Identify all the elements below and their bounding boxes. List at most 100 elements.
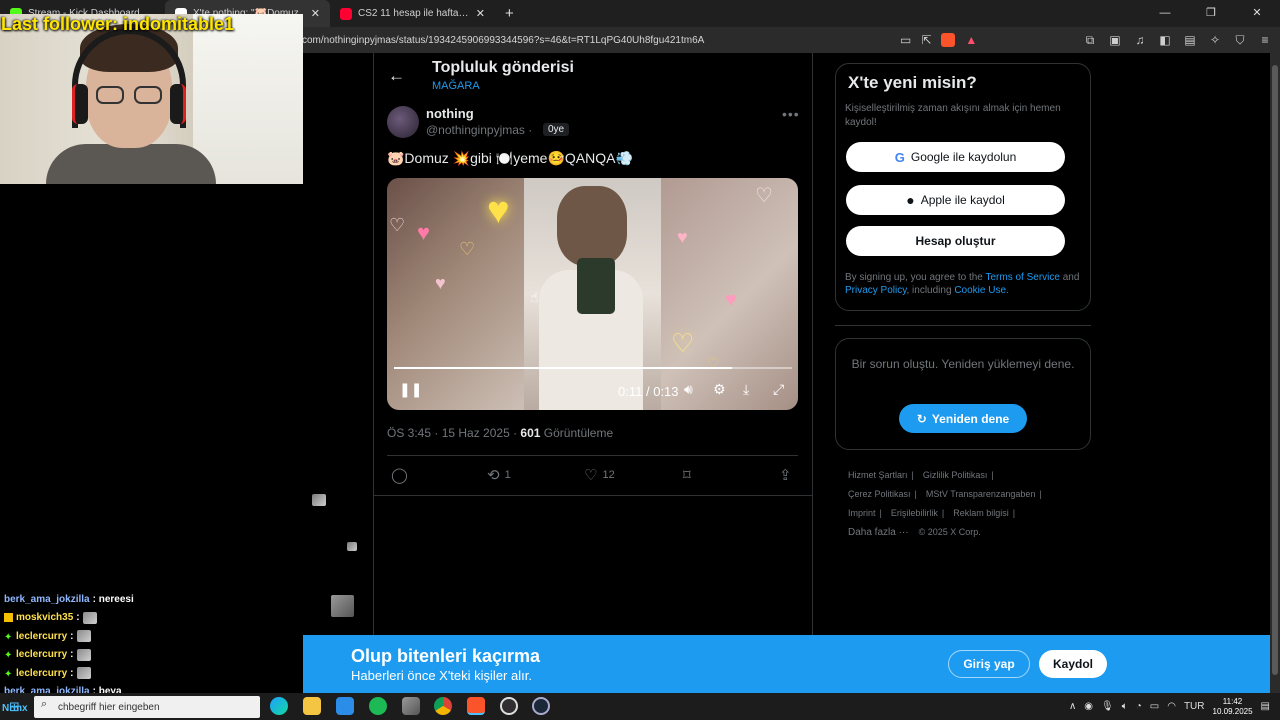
menu-icon[interactable]: ≡ [1258, 33, 1272, 47]
brave-icon[interactable] [467, 697, 485, 715]
video-player[interactable]: ♡ ♥ ♥ ♡ ♥ ♥ ♡ ♥ ♡ ♡ ❚❚ 0:11 / 0:13 🔊︎ ⚙ … [387, 178, 798, 410]
speaker-icon[interactable]: 🔈︎ [1122, 701, 1128, 712]
share-button[interactable]: ⇪ [779, 466, 792, 484]
notifications-icon[interactable]: ▤ [1261, 701, 1270, 712]
chat-message: moskvich35: [4, 609, 364, 628]
footer-mstv-link[interactable]: MStV Transparenzangaben [926, 485, 1036, 504]
column-divider-left [373, 53, 374, 635]
reply-button[interactable]: ◯ [391, 466, 408, 484]
volume-icon[interactable]: 🔊︎ [684, 381, 693, 398]
battery-icon[interactable]: ▭ [1150, 701, 1159, 712]
brave-shields-icon[interactable] [941, 33, 956, 47]
community-link[interactable]: MAĞARA [432, 80, 480, 92]
views-count: 601 [520, 426, 541, 440]
network-icon[interactable]: ◔ [1136, 701, 1142, 712]
footer-imprint-link[interactable]: Imprint [848, 504, 876, 523]
pause-icon[interactable]: ❚❚ [399, 381, 422, 398]
steam-icon[interactable] [532, 697, 550, 715]
scrollbar-thumb[interactable] [1272, 65, 1278, 675]
like-count: 12 [602, 469, 615, 481]
microphone-icon[interactable]: 🎙︎ [1101, 701, 1114, 712]
sidebar-icon[interactable]: ◧ [1158, 33, 1172, 47]
mouse-cursor-icon: ☝ [530, 289, 539, 305]
url-field[interactable]: com/nothinginpyjmas/status/1934245906993… [302, 35, 704, 46]
close-tab-icon[interactable]: ✕ [311, 7, 320, 20]
cast-icon[interactable]: ▭ [900, 33, 911, 47]
store-icon[interactable] [336, 697, 354, 715]
divider [373, 495, 812, 496]
author-handle[interactable]: @nothinginpyjmas · [426, 123, 532, 137]
fullscreen-icon[interactable]: ⤢ [773, 381, 784, 398]
banner-title: Olup bitenleri kaçırma [351, 646, 541, 666]
clock-date: 10.09.2025 [1212, 706, 1253, 716]
pip-icon[interactable]: ⤓ [743, 381, 749, 398]
footer-terms-link[interactable]: Hizmet Şartları [848, 466, 908, 485]
more-options-icon[interactable]: ••• [782, 106, 800, 122]
login-button[interactable]: Giriş yap [948, 650, 1030, 678]
screenshot-icon[interactable]: ▣ [1108, 33, 1122, 47]
legal-text: By signing up, you agree to the Terms of… [845, 271, 1080, 297]
apple-signup-button[interactable]: ● Apple ile kaydol [846, 185, 1065, 215]
tab-youtube[interactable]: CS2 11 hesap ile haftalık drop düşün ✕ [330, 0, 495, 27]
cookie-link[interactable]: Cookie Use [954, 285, 1006, 296]
footer-cookies-link[interactable]: Çerez Politikası [848, 485, 911, 504]
create-account-button[interactable]: Hesap oluştur [846, 226, 1065, 256]
chat-emote [82, 611, 97, 624]
chat-emote [347, 542, 357, 551]
avatar-app-icon[interactable] [402, 697, 420, 715]
google-signup-button[interactable]: G Google ile kaydolun [846, 142, 1065, 172]
spotify-icon[interactable] [369, 697, 387, 715]
vpn-icon[interactable]: ⛉ [1233, 33, 1247, 48]
obs-icon[interactable] [500, 697, 518, 715]
leo-ai-icon[interactable]: ✧ [1208, 33, 1222, 47]
rewards-icon[interactable]: ▲ [965, 33, 977, 47]
footer-more-link[interactable]: Daha fazla ··· [848, 523, 909, 542]
settings-icon[interactable]: ⚙ [713, 381, 726, 398]
heart-icon: ♥ [417, 220, 431, 245]
wifi-icon[interactable]: ◠ [1167, 701, 1176, 712]
chrome-icon[interactable] [434, 697, 452, 715]
tray-app-icon[interactable]: ◉ [1084, 701, 1093, 712]
tray-chevron-icon[interactable]: ∧ [1069, 701, 1076, 712]
restore-icon[interactable]: ❐ [1188, 0, 1234, 27]
terms-link[interactable]: Terms of Service [985, 272, 1059, 283]
divider [387, 455, 798, 456]
share-icon[interactable]: ⇱ [921, 33, 931, 47]
page-scrollbar[interactable] [1270, 53, 1280, 693]
tab-title: CS2 11 hesap ile haftalık drop düşün [358, 8, 470, 19]
taskbar-search-input[interactable]: chbegriff hier eingeben [34, 696, 260, 718]
footer-ads-link[interactable]: Reklam bilgisi [953, 504, 1009, 523]
signup-title: X'te yeni misin? [848, 73, 977, 92]
footer-accessibility-link[interactable]: Erişilebilirlik [891, 504, 938, 523]
extensions-icon[interactable]: ⧉ [1083, 33, 1097, 48]
privacy-link[interactable]: Privacy Policy [845, 285, 907, 296]
like-button[interactable]: ♡ 12 [584, 466, 615, 484]
retry-button[interactable]: ↻ Yeniden dene [899, 404, 1027, 433]
media-icon[interactable]: ♫ [1133, 33, 1147, 47]
video-progress-fill [394, 367, 733, 369]
repost-button[interactable]: ⟲ 1 [487, 466, 511, 484]
system-clock[interactable]: 11:42 10.09.2025 [1213, 697, 1253, 717]
close-window-icon[interactable]: ✕ [1234, 0, 1280, 27]
file-explorer-icon[interactable] [303, 697, 321, 715]
close-tab-icon[interactable]: ✕ [476, 7, 485, 20]
minimize-icon[interactable]: — [1142, 0, 1188, 27]
author-name[interactable]: nothing [426, 106, 474, 121]
author-avatar[interactable] [387, 106, 419, 138]
divider [835, 325, 1091, 326]
back-arrow-icon[interactable]: ← [388, 66, 405, 86]
wallet-icon[interactable]: ▤ [1183, 33, 1197, 47]
handle-text: @nothinginpyjmas [426, 123, 525, 137]
footer-privacy-link[interactable]: Gizlilik Politikası [923, 466, 988, 485]
video-progress-bar[interactable] [394, 367, 792, 369]
heart-icon: ♡ [671, 328, 695, 358]
signup-button[interactable]: Kaydol [1039, 650, 1107, 678]
new-tab-button[interactable]: + [495, 5, 524, 22]
star-badge-icon: ✦ [4, 631, 13, 643]
heart-icon: ♥ [677, 227, 688, 247]
edge-icon[interactable] [270, 697, 288, 715]
language-indicator[interactable]: TUR [1184, 701, 1205, 712]
banner-subtitle: Haberleri önce X'teki kişiler alır. [351, 668, 532, 683]
bookmark-button[interactable]: ⌑ [683, 466, 691, 484]
last-follower-alert: Last follower: indomitable1 [1, 14, 235, 34]
